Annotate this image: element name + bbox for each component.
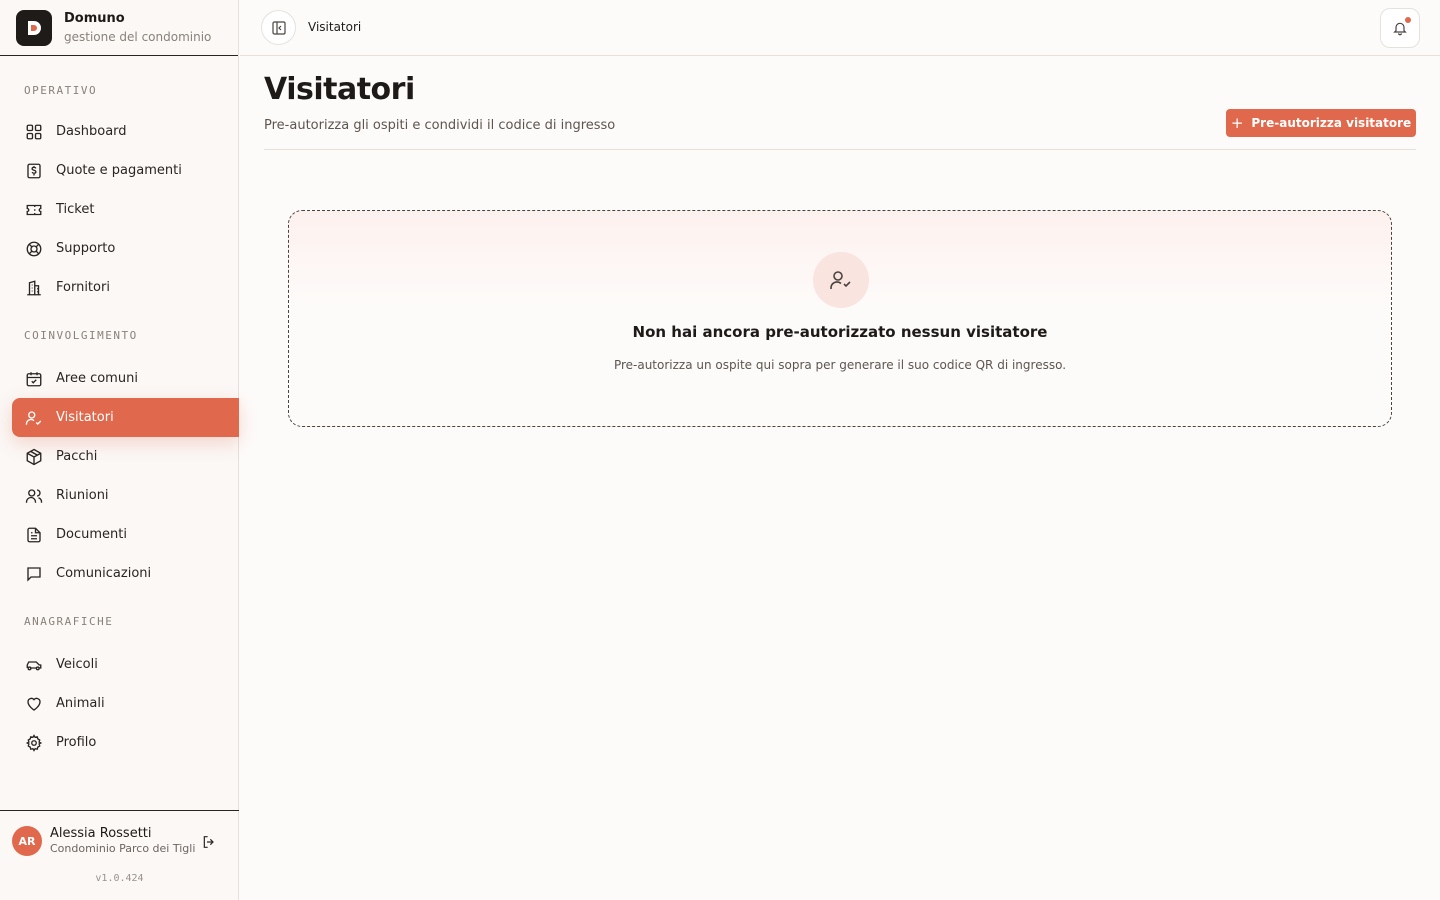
gear-icon: [24, 733, 44, 753]
sidebar-item-label: Aree comuni: [56, 371, 138, 386]
sidebar-item-label: Fornitori: [56, 280, 110, 295]
sidebar-nav: OPERATIVO Dashboard Quote e pagamenti Ti…: [0, 56, 239, 762]
plus-icon: +: [1230, 113, 1244, 132]
sidebar-item-label: Veicoli: [56, 657, 98, 672]
sidebar-item-label: Documenti: [56, 527, 127, 542]
avatar[interactable]: AR: [12, 826, 42, 856]
sidebar-item-veicoli[interactable]: Veicoli: [12, 645, 239, 684]
grid-icon: [24, 122, 44, 142]
sidebar-item-label: Animali: [56, 696, 105, 711]
building-icon: [24, 278, 44, 298]
sidebar-toggle-icon: [271, 20, 287, 36]
sidebar-item-label: Profilo: [56, 735, 97, 750]
heart-icon: [24, 694, 44, 714]
logout-icon: [201, 834, 217, 850]
page-title: Visitatori: [264, 72, 415, 107]
top-bar: Visitatori: [240, 0, 1440, 56]
sidebar-item-label: Ticket: [56, 202, 95, 217]
sidebar: Domuno gestione del condominio OPERATIVO…: [0, 0, 239, 900]
sidebar-item-label: Supporto: [56, 241, 116, 256]
notifications-button[interactable]: [1380, 8, 1420, 48]
user-check-icon: [813, 252, 869, 308]
empty-state-text: Pre-autorizza un ospite qui sopra per ge…: [613, 358, 1067, 372]
section-title-anagrafiche: ANAGRAFICHE: [24, 615, 114, 628]
brand-logo: [16, 9, 52, 46]
empty-state-title: Non hai ancora pre-autorizzato nessun vi…: [632, 323, 1048, 341]
sidebar-toggle-button[interactable]: [261, 10, 296, 45]
sidebar-item-riunioni[interactable]: Riunioni: [12, 476, 239, 515]
page-subtitle: Pre-autorizza gli ospiti e condividi il …: [264, 118, 616, 133]
brand-header[interactable]: Domuno gestione del condominio: [0, 0, 238, 56]
section-title-coinvolgimento: COINVOLGIMENTO: [24, 329, 138, 342]
user-check-icon: [24, 408, 44, 428]
pre-authorize-visitor-label: Pre-autorizza visitatore: [1251, 116, 1412, 130]
sidebar-item-label: Dashboard: [56, 124, 127, 139]
sidebar-item-label: Riunioni: [56, 488, 109, 503]
users-icon: [24, 486, 44, 506]
app-version: v1.0.424: [95, 873, 144, 884]
lifebuoy-icon: [24, 239, 44, 259]
user-name: Alessia Rossetti: [50, 826, 152, 841]
sidebar-item-dashboard[interactable]: Dashboard: [12, 112, 239, 151]
brand-name: Domuno: [64, 11, 125, 26]
dollar-receipt-icon: [24, 161, 44, 181]
sidebar-item-pacchi[interactable]: Pacchi: [12, 437, 239, 476]
sidebar-item-label: Comunicazioni: [56, 566, 152, 581]
car-icon: [24, 655, 44, 675]
brand-subtitle: gestione del condominio: [64, 30, 212, 44]
header-divider: [264, 149, 1416, 150]
message-icon: [24, 564, 44, 584]
sidebar-item-aree-comuni[interactable]: Aree comuni: [12, 359, 239, 398]
sidebar-item-comunicazioni[interactable]: Comunicazioni: [12, 554, 239, 593]
ticket-icon: [24, 200, 44, 220]
logout-button[interactable]: [199, 832, 219, 852]
calendar-icon: [24, 369, 44, 389]
sidebar-item-fornitori[interactable]: Fornitori: [12, 268, 239, 307]
sidebar-item-label: Quote e pagamenti: [56, 163, 182, 178]
empty-state: Non hai ancora pre-autorizzato nessun vi…: [288, 210, 1392, 427]
notification-dot: [1405, 17, 1411, 23]
section-title-operativo: OPERATIVO: [24, 84, 98, 97]
package-icon: [24, 447, 44, 467]
sidebar-item-quote-e-pagamenti[interactable]: Quote e pagamenti: [12, 151, 239, 190]
document-icon: [24, 525, 44, 545]
sidebar-item-visitatori[interactable]: Visitatori: [12, 398, 239, 437]
sidebar-item-profilo[interactable]: Profilo: [12, 723, 239, 762]
sidebar-item-supporto[interactable]: Supporto: [12, 229, 239, 268]
sidebar-item-animali[interactable]: Animali: [12, 684, 239, 723]
sidebar-item-documenti[interactable]: Documenti: [12, 515, 239, 554]
user-condominium: Condominio Parco dei Tigli: [50, 842, 196, 855]
breadcrumb: Visitatori: [308, 20, 362, 34]
sidebar-item-ticket[interactable]: Ticket: [12, 190, 239, 229]
pre-authorize-visitor-button[interactable]: + Pre-autorizza visitatore: [1226, 109, 1416, 137]
sidebar-item-label: Pacchi: [56, 449, 98, 464]
user-panel: AR Alessia Rossetti Condominio Parco dei…: [0, 810, 239, 900]
sidebar-item-label: Visitatori: [56, 410, 114, 425]
